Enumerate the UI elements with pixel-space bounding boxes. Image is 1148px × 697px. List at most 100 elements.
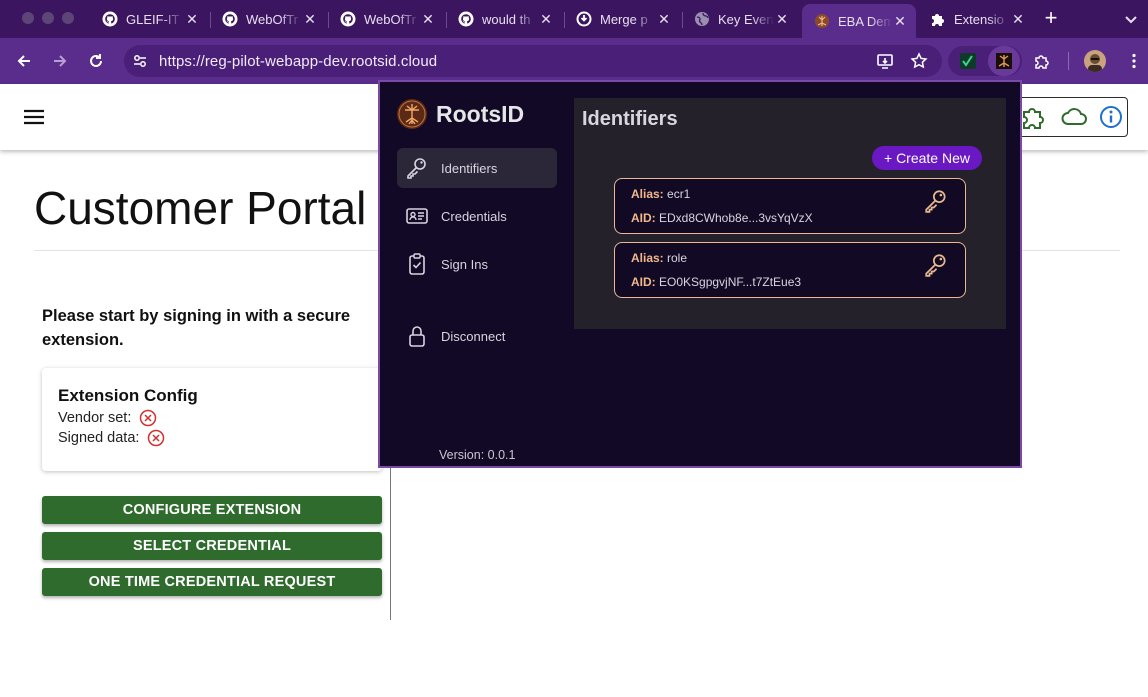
browser-tab[interactable]: WebOfTr ✕: [328, 4, 444, 34]
browser-tab-active[interactable]: EBA Dem ✕: [802, 4, 916, 38]
browser-tab[interactable]: Key Even ✕: [682, 4, 798, 34]
new-tab-plus-icon[interactable]: +: [1040, 7, 1062, 30]
aid-label: AID:: [631, 211, 659, 225]
brand-name: RootsID: [436, 100, 525, 127]
bookmark-star-icon[interactable]: [910, 52, 928, 70]
key-icon[interactable]: [923, 188, 949, 214]
github-icon: [222, 11, 238, 27]
alias-value: role: [667, 251, 688, 265]
extensions-puzzle-icon[interactable]: [1028, 47, 1056, 75]
configure-extension-button[interactable]: CONFIGURE EXTENSION: [42, 496, 382, 524]
cloud-icon[interactable]: [1060, 105, 1088, 129]
extension-config-card: Extension Config Vendor set: Signed data…: [42, 368, 382, 471]
vendor-set-row: Vendor set:: [58, 409, 157, 427]
close-tab-icon[interactable]: ✕: [302, 11, 318, 27]
vendor-set-label: Vendor set:: [58, 410, 132, 426]
browser-tab[interactable]: GLEIF-IT ✕: [90, 4, 208, 34]
github-icon: [340, 11, 356, 27]
error-circle-icon: [139, 409, 157, 427]
github-icon: [458, 11, 474, 27]
window-zoom-control[interactable]: [62, 12, 74, 24]
config-card-title: Extension Config: [58, 386, 198, 405]
tab-title: EBA Dem: [838, 13, 892, 29]
identifiers-panel: Identifiers + Create New Alias: ecr1 AID…: [574, 98, 1006, 329]
tab-title: Merge p: [600, 11, 648, 27]
alias-row: Alias: role: [631, 251, 687, 265]
tab-search-chevron-icon[interactable]: [1122, 10, 1140, 28]
window-minimize-control[interactable]: [42, 12, 54, 24]
nav-label: Credentials: [441, 208, 507, 224]
alias-row: Alias: ecr1: [631, 187, 690, 201]
clipboard-check-icon: [405, 252, 429, 276]
identifier-card[interactable]: Alias: ecr1 AID: EDxd8CWhob8e...3vsYqVzX: [614, 178, 966, 234]
profile-avatar[interactable]: [1084, 50, 1106, 72]
extension-checkmark-icon[interactable]: [960, 53, 976, 69]
address-bar[interactable]: https://reg-pilot-webapp-dev.rootsid.clo…: [124, 45, 942, 77]
nav-label: Disconnect: [441, 328, 506, 344]
toolbar-divider: [1068, 52, 1069, 70]
close-tab-icon[interactable]: ✕: [184, 11, 200, 27]
nav-credentials[interactable]: Credentials: [397, 196, 557, 236]
rootsid-logo-icon: [396, 98, 428, 130]
tab-title: Extensio: [954, 11, 1004, 27]
key-icon[interactable]: [923, 252, 949, 278]
forward-arrow-icon[interactable]: [46, 47, 74, 75]
aid-value: EDxd8CWhob8e...3vsYqVzX: [659, 211, 813, 225]
browser-menu-icon[interactable]: [1120, 47, 1148, 75]
browser-tab-strip: GLEIF-IT ✕ WebOfTr ✕ WebOfTr ✕ would th …: [0, 0, 1148, 38]
window-close-control[interactable]: [22, 12, 34, 24]
intro-text: Please start by signing in with a secure…: [42, 307, 351, 349]
browser-toolbar: https://reg-pilot-webapp-dev.rootsid.clo…: [0, 38, 1148, 84]
nav-sign-ins[interactable]: Sign Ins: [397, 244, 557, 284]
close-tab-icon[interactable]: ✕: [538, 11, 554, 27]
browser-tab[interactable]: WebOfTr ✕: [210, 4, 326, 34]
rootsid-icon: [814, 13, 830, 29]
hamburger-menu-icon[interactable]: [22, 107, 46, 127]
close-tab-icon[interactable]: ✕: [420, 11, 436, 27]
browser-tab[interactable]: Extensio ✕: [918, 4, 1034, 34]
browser-tab[interactable]: would th ✕: [446, 4, 562, 34]
one-time-credential-request-button[interactable]: ONE TIME CREDENTIAL REQUEST: [42, 568, 382, 596]
close-tab-icon[interactable]: ✕: [1010, 11, 1026, 27]
aid-value: EO0KSgpgvjNF...t7ZtEue3: [659, 275, 802, 289]
rootsid-extension-popup: RootsID Identifiers Credentials Sign Ins…: [378, 80, 1022, 468]
brand: RootsID: [396, 98, 524, 130]
globe-icon: [694, 11, 710, 27]
extension-puzzle-icon[interactable]: [1020, 104, 1046, 130]
close-tab-icon[interactable]: ✕: [892, 13, 908, 29]
close-tab-icon[interactable]: ✕: [774, 11, 790, 27]
alias-label: Alias:: [631, 187, 668, 201]
key-icon: [405, 156, 429, 180]
address-url: https://reg-pilot-webapp-dev.rootsid.clo…: [159, 53, 438, 70]
alias-value: ecr1: [667, 187, 691, 201]
nav-disconnect[interactable]: Disconnect: [397, 316, 557, 356]
alias-label: Alias:: [631, 251, 668, 265]
reload-icon[interactable]: [82, 47, 110, 75]
back-arrow-icon[interactable]: [10, 47, 38, 75]
tab-title: Key Even: [718, 11, 774, 27]
tab-title: GLEIF-IT: [126, 11, 180, 27]
tab-title: WebOfTr: [246, 11, 299, 27]
create-new-button[interactable]: + Create New: [872, 146, 982, 170]
close-tab-icon[interactable]: ✕: [656, 11, 672, 27]
browser-tab[interactable]: Merge p ✕: [564, 4, 680, 34]
identifier-card[interactable]: Alias: role AID: EO0KSgpgvjNF...t7ZtEue3: [614, 242, 966, 298]
rootsid-extension-button[interactable]: [988, 46, 1020, 76]
signed-data-label: Signed data:: [58, 430, 140, 446]
site-settings-icon[interactable]: [132, 53, 148, 69]
github-icon: [102, 11, 118, 27]
install-app-icon[interactable]: [876, 52, 894, 70]
version-text: Version: 0.0.1: [439, 448, 516, 462]
aid-row: AID: EO0KSgpgvjNF...t7ZtEue3: [631, 275, 801, 289]
info-icon[interactable]: [1099, 105, 1123, 129]
nav-label: Identifiers: [441, 160, 498, 176]
select-credential-button[interactable]: SELECT CREDENTIAL: [42, 532, 382, 560]
puzzle-icon: [930, 11, 946, 27]
error-circle-icon: [147, 429, 165, 447]
page-title: Customer Portal: [34, 182, 367, 234]
tab-title: would th: [482, 11, 531, 27]
github-merge-icon: [576, 11, 592, 27]
nav-identifiers[interactable]: Identifiers: [397, 148, 557, 188]
content-divider: [390, 464, 391, 620]
panel-title: Identifiers: [582, 108, 678, 130]
